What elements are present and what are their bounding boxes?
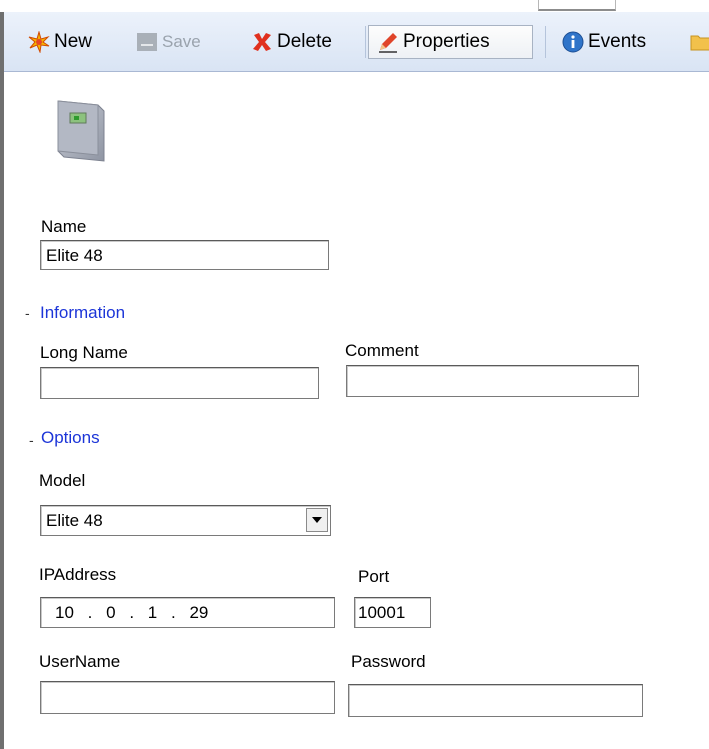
- username-field[interactable]: [40, 681, 335, 714]
- info-icon: [562, 31, 584, 53]
- pencil-icon: [377, 31, 399, 53]
- options-section-title[interactable]: Options: [41, 428, 100, 448]
- ip-address-field[interactable]: 10 . 0 . 1 . 29: [40, 597, 335, 628]
- folder-button[interactable]: [690, 25, 709, 59]
- model-select-value: Elite 48: [46, 511, 103, 530]
- top-tab-edge: [538, 0, 616, 11]
- ip-dot: .: [129, 603, 135, 622]
- ip-octet-2: 0: [106, 603, 116, 622]
- save-button[interactable]: Save: [136, 25, 201, 59]
- left-border: [0, 12, 4, 749]
- toolbar-separator: [365, 26, 366, 58]
- toolbar-separator: [545, 26, 546, 58]
- toolbar: New Save Delete Properties Events: [4, 12, 709, 72]
- name-field[interactable]: Elite 48: [40, 240, 329, 270]
- username-label: UserName: [39, 652, 121, 671]
- delete-x-icon: [251, 31, 273, 53]
- save-icon: [136, 31, 158, 53]
- save-label: Save: [162, 32, 201, 51]
- ip-octet-4: 29: [189, 603, 209, 622]
- information-collapse-toggle[interactable]: -: [25, 305, 30, 321]
- password-field[interactable]: [348, 684, 643, 717]
- delete-button[interactable]: Delete: [251, 25, 332, 59]
- dropdown-arrow-icon[interactable]: [306, 508, 328, 532]
- long-name-label: Long Name: [40, 343, 128, 362]
- window-top-strip: [0, 0, 709, 12]
- properties-button[interactable]: Properties: [368, 25, 533, 59]
- folder-icon: [690, 31, 709, 53]
- events-label: Events: [588, 31, 647, 52]
- options-collapse-toggle[interactable]: -: [29, 432, 34, 448]
- ip-octet-1: 10: [55, 603, 74, 622]
- port-label: Port: [358, 567, 390, 586]
- ip-dot: .: [171, 603, 176, 622]
- ip-address-label: IPAddress: [39, 565, 117, 584]
- model-label: Model: [39, 471, 86, 490]
- comment-field[interactable]: [346, 365, 639, 397]
- properties-label: Properties: [403, 31, 490, 52]
- comment-label: Comment: [345, 341, 419, 360]
- information-section-title[interactable]: Information: [40, 303, 125, 323]
- new-icon: [28, 30, 50, 54]
- name-label: Name: [41, 217, 87, 236]
- port-field[interactable]: 10001: [354, 597, 431, 628]
- ip-dot: .: [87, 603, 93, 622]
- panel-device-icon: [52, 97, 108, 165]
- delete-label: Delete: [277, 31, 332, 52]
- events-button[interactable]: Events: [562, 25, 646, 59]
- ip-octet-3: 1: [147, 603, 158, 622]
- new-label: New: [54, 31, 93, 52]
- long-name-field[interactable]: [40, 367, 319, 399]
- new-button[interactable]: New: [28, 25, 92, 59]
- model-select[interactable]: Elite 48: [40, 505, 331, 536]
- password-label: Password: [351, 652, 426, 671]
